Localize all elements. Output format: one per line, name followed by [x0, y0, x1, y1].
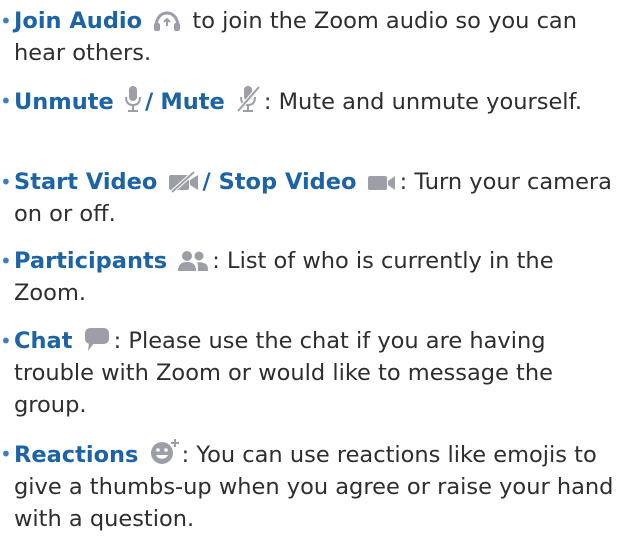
bullet: •	[0, 329, 12, 353]
emoji-reaction-icon	[149, 438, 179, 466]
chat-bubble-icon	[83, 326, 111, 352]
separator: /	[144, 89, 154, 115]
video-camera-icon	[367, 173, 397, 193]
list-item-video: • Start Video / Stop Video : Turn your c…	[0, 166, 620, 230]
bullet: •	[0, 442, 12, 466]
term-join-audio: Join Audio	[14, 8, 143, 34]
list-item-unmute-mute: • Unmute / Mute : Mute and unmute yourse…	[0, 85, 620, 118]
term-reactions: Reactions	[14, 442, 139, 468]
headphones-icon	[152, 10, 182, 32]
list-item-chat: • Chat : Please use the chat if you are …	[0, 325, 620, 421]
description-unmute-mute: : Mute and unmute yourself.	[263, 89, 582, 115]
term-unmute: Unmute	[14, 89, 114, 115]
bullet: •	[0, 170, 12, 194]
participants-icon	[177, 250, 209, 272]
bullet: •	[0, 249, 12, 273]
term-mute: Mute	[160, 89, 225, 115]
list-item-join-audio: • Join Audio to join the Zoom audio so y…	[0, 5, 620, 69]
term-chat: Chat	[14, 328, 73, 354]
microphone-muted-icon	[235, 85, 261, 113]
bullet: •	[0, 89, 12, 113]
bullet: •	[0, 9, 12, 33]
list-item-reactions: • Reactions : You can use reactions like…	[0, 438, 620, 535]
term-participants: Participants	[14, 248, 168, 274]
term-stop-video: / Stop Video	[202, 169, 357, 195]
term-start-video: Start Video	[14, 169, 158, 195]
video-off-icon	[168, 171, 200, 193]
microphone-icon	[124, 85, 142, 113]
list-item-participants: • Participants : List of who is currentl…	[0, 245, 620, 309]
